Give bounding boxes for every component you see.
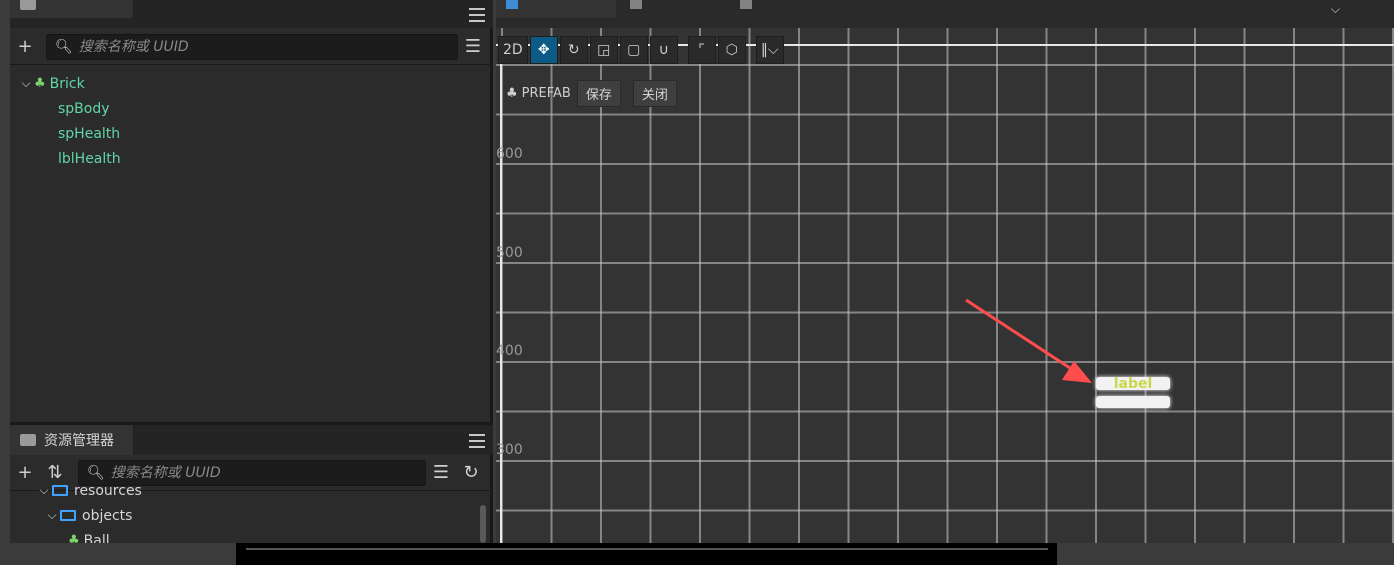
annotation-arrow xyxy=(965,298,1092,383)
prefab-node-icon: ♣ xyxy=(34,76,46,91)
hierarchy-menu-icon[interactable] xyxy=(469,8,485,22)
tree-node-lblhealth[interactable]: lblHealth xyxy=(10,146,493,171)
chevron-down-icon[interactable]: ⌵ xyxy=(18,76,34,91)
assets-tree: ⌵ resources ⌵ objects ♣ Ball xyxy=(10,478,493,544)
assets-header: 资源管理器 xyxy=(10,422,493,455)
hierarchy-search: 🔍︎ xyxy=(46,33,458,60)
bottom-preview-area xyxy=(236,543,1057,565)
folder-icon xyxy=(20,434,36,446)
assets-scrollbar[interactable] xyxy=(480,505,486,543)
tree-node-label: spHealth xyxy=(58,125,121,142)
hierarchy-header xyxy=(10,0,493,28)
left-panels: + 🔍︎ ☰ ⌵ ♣ Brick spBody spHealth lblHeal… xyxy=(10,0,493,543)
prefab-asset-icon: ♣ xyxy=(68,533,80,543)
bottom-preview-line xyxy=(246,548,1048,550)
chevron-down-icon[interactable]: ⌵ xyxy=(44,508,60,523)
tree-node-label: spBody xyxy=(58,100,110,117)
hierarchy-tree: ⌵ ♣ Brick spBody spHealth lblHealth xyxy=(10,71,493,171)
sort-list-icon[interactable]: ☰ xyxy=(458,36,488,57)
tree-folder-label: resources xyxy=(74,482,142,499)
tab-assets[interactable]: 资源管理器 xyxy=(10,425,134,455)
tree-folder-objects[interactable]: ⌵ objects xyxy=(10,503,493,528)
tree-asset-label: Ball xyxy=(83,532,110,544)
tree-node-spbody[interactable]: spBody xyxy=(10,96,493,121)
add-node-icon[interactable]: + xyxy=(10,36,40,57)
tree-node-label: lblHealth xyxy=(58,150,121,167)
search-icon: 🔍︎ xyxy=(55,38,73,55)
folder-open-icon xyxy=(60,510,76,521)
assets-menu-icon[interactable] xyxy=(469,434,485,448)
tree-asset-ball[interactable]: ♣ Ball xyxy=(10,528,493,544)
label-node-bar[interactable] xyxy=(1096,396,1170,408)
tree-folder-resources[interactable]: ⌵ resources xyxy=(10,478,493,503)
tab-hierarchy[interactable] xyxy=(10,0,134,18)
tree-node-sphealth[interactable]: spHealth xyxy=(10,121,493,146)
label-node[interactable]: label xyxy=(1096,375,1170,392)
chevron-down-icon[interactable]: ⌵ xyxy=(36,483,52,498)
tree-node-brick[interactable]: ⌵ ♣ Brick xyxy=(10,71,493,96)
hierarchy-toolbar: + 🔍︎ ☰ xyxy=(10,29,493,65)
tree-folder-label: objects xyxy=(82,507,133,524)
window-left-edge xyxy=(0,0,10,565)
scene-editor: ⌵ 600 500 400 300 2D ✥ ↻ ◲ ▢ ∪ ⌜ ⬡ ‖⌵ ♣ … xyxy=(496,0,1394,543)
hierarchy-icon xyxy=(20,0,36,10)
folder-icon xyxy=(52,485,68,496)
assets-tab-label: 资源管理器 xyxy=(44,433,114,449)
label-node-text: label xyxy=(1113,375,1153,392)
hierarchy-search-input[interactable] xyxy=(78,38,457,55)
tree-node-label: Brick xyxy=(49,75,85,92)
